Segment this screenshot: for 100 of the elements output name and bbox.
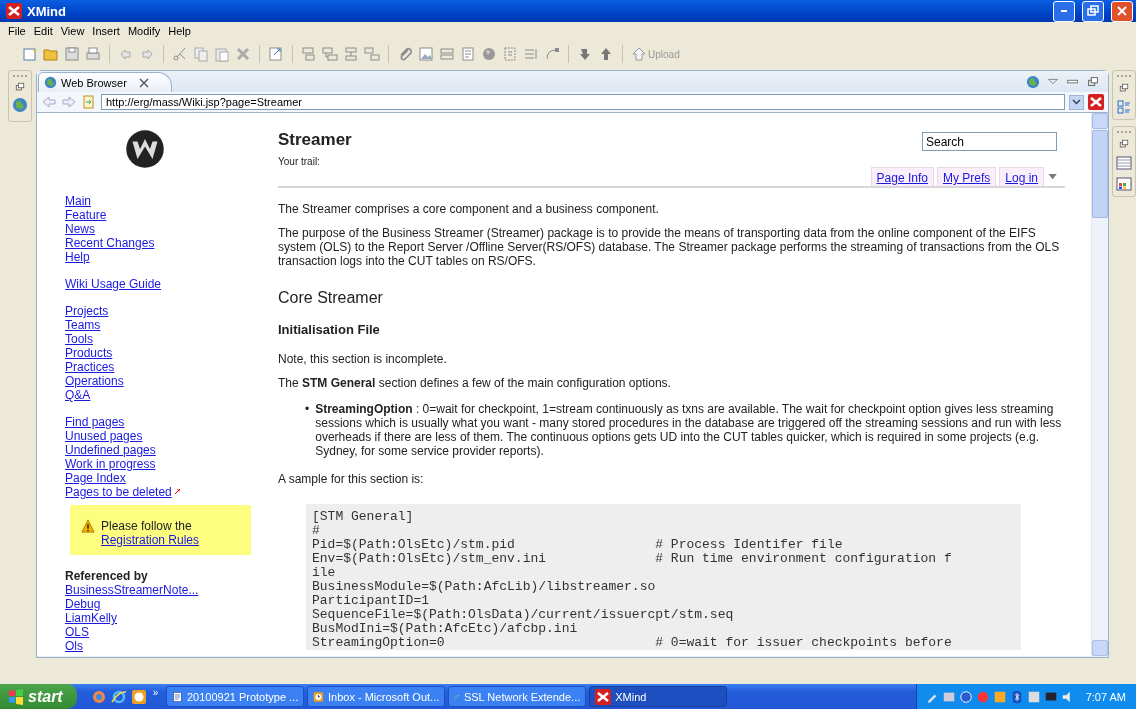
globe-icon[interactable]: [481, 46, 497, 62]
menu-item[interactable]: Modify: [123, 25, 165, 37]
page-icon: [81, 94, 97, 110]
taskbar-button[interactable]: Inbox - Microsoft Out...: [307, 686, 446, 707]
sidebar-link[interactable]: Page Index: [65, 471, 126, 485]
code-line: #: [312, 524, 321, 538]
note-icon[interactable]: [460, 46, 476, 62]
code-line: [STM General]: [312, 510, 415, 524]
menu-item[interactable]: View: [56, 25, 89, 37]
menu-item[interactable]: File: [4, 25, 30, 37]
restore-icon: [1118, 138, 1130, 150]
sidebar-link[interactable]: Wiki Usage Guide: [65, 277, 162, 291]
sidebar-link[interactable]: Work in progress: [65, 457, 156, 471]
taskbar-button[interactable]: 20100921 Prototype ...: [166, 686, 305, 707]
frame-icon[interactable]: [502, 46, 518, 62]
down-arrow-icon[interactable]: [577, 46, 593, 62]
code-line: Pid=$(Path:OlsEtc)/stm.pid # Process Identifer file: [312, 538, 844, 552]
code-line: SequenceFile=$(Path:OlsData)/current/issuercpt/stm.seq: [312, 608, 735, 622]
scrollbar[interactable]: [1091, 113, 1108, 656]
tray-icon: [958, 689, 973, 704]
code-line: StreamingOption=0 # 0=wait for issuer checkpoints before: [312, 636, 953, 650]
topic-icon[interactable]: [301, 46, 317, 62]
print-icon[interactable]: [85, 46, 101, 62]
globe-icon: [44, 76, 57, 89]
page-tab[interactable]: Log in: [999, 167, 1044, 186]
sidebar-link[interactable]: Practices: [65, 360, 115, 374]
url-field[interactable]: http://erg/mass/Wiki.jsp?page=Streamer: [101, 94, 1065, 110]
reference-link[interactable]: BusinessStreamerNote...: [65, 583, 199, 597]
menu-item[interactable]: Insert: [88, 25, 124, 37]
parent-topic-icon[interactable]: [343, 46, 359, 62]
restore-icon: [1118, 82, 1130, 94]
restore-icon: [1087, 5, 1099, 17]
list-icon[interactable]: [523, 46, 539, 62]
sidebar-link[interactable]: Unused pages: [65, 429, 143, 443]
maximize-icon: [1086, 74, 1100, 89]
close-button[interactable]: [1111, 0, 1133, 22]
sidebar-link[interactable]: Operations: [65, 374, 124, 388]
delete-icon[interactable]: [235, 46, 251, 62]
sidebar-link[interactable]: Main: [65, 194, 91, 208]
subtopic-icon[interactable]: [322, 46, 338, 62]
minimize-button[interactable]: [1053, 0, 1075, 22]
attachment-icon[interactable]: [397, 46, 413, 62]
relationship-icon[interactable]: [544, 46, 560, 62]
start-button[interactable]: start: [0, 684, 77, 709]
floating-topic-icon[interactable]: [364, 46, 380, 62]
editor-tab[interactable]: Web Browser: [38, 72, 172, 92]
reference-link[interactable]: LiamKelly: [65, 611, 118, 625]
reference-link[interactable]: Ols: [65, 639, 83, 653]
minimize-icon: [1061, 10, 1067, 12]
sidebar-link[interactable]: Tools: [65, 332, 93, 346]
search-field[interactable]: Search: [922, 132, 1057, 151]
menu-item[interactable]: Edit: [29, 25, 57, 37]
cut-icon[interactable]: [172, 46, 188, 62]
subsection-heading: Initialisation File: [278, 322, 381, 338]
sidebar-link[interactable]: Q&A: [65, 388, 91, 402]
page-tab[interactable]: My Prefs: [936, 167, 997, 186]
taskbar-button[interactable]: XMind: [589, 686, 728, 707]
sidebar-link[interactable]: Projects: [65, 304, 109, 318]
sidebar-link[interactable]: Recent Changes: [65, 236, 155, 250]
reference-link[interactable]: Debug: [65, 597, 101, 611]
tray-icon: [1026, 689, 1041, 704]
sidebar-link[interactable]: Pages to be deleted: [65, 485, 172, 499]
paste-icon[interactable]: [214, 46, 230, 62]
image-icon[interactable]: [418, 46, 434, 62]
restore-icon: [14, 81, 26, 93]
sidebar-link[interactable]: Find pages: [65, 415, 125, 429]
arrow-icon: [175, 489, 180, 494]
up-arrow-icon[interactable]: [598, 46, 614, 62]
sidebar-link[interactable]: Products: [65, 346, 113, 360]
logo-icon: [125, 129, 165, 169]
registration-link[interactable]: Registration Rules: [101, 533, 200, 547]
more-button[interactable]: »: [152, 687, 159, 698]
xmind-icon: [595, 688, 612, 705]
section-heading: Core Streamer: [278, 288, 384, 308]
app-icon: [6, 3, 22, 19]
paragraph: The Streamer comprises a core component and a business component.: [278, 202, 660, 216]
sidebar-link[interactable]: Feature: [65, 208, 107, 222]
sidebar-link[interactable]: News: [65, 222, 95, 236]
export-icon[interactable]: [268, 46, 284, 62]
folder-icon[interactable]: [43, 46, 59, 62]
reference-link[interactable]: OLS: [65, 625, 89, 639]
page-tab[interactable]: Page Info: [870, 167, 934, 186]
copy-icon[interactable]: [193, 46, 209, 62]
url-dropdown-button[interactable]: [1069, 94, 1084, 110]
menu-item[interactable]: Help: [164, 25, 195, 37]
restore-button[interactable]: [1082, 0, 1104, 22]
new-file-icon[interactable]: [22, 46, 38, 62]
code-line: ile: [312, 566, 337, 580]
save-icon[interactable]: [64, 46, 80, 62]
sidebar-link[interactable]: Help: [65, 250, 90, 264]
sidebar-link[interactable]: Teams: [65, 318, 101, 332]
sidebar-link[interactable]: Undefined pages: [65, 443, 156, 457]
tray-icon: [992, 689, 1007, 704]
outline-icon: [1116, 99, 1132, 115]
section-heading: Referenced by: [65, 569, 149, 583]
trail-label: Your trail:: [278, 155, 321, 169]
boundary-icon[interactable]: [439, 46, 455, 62]
taskbar-button[interactable]: SSL Network Extende...: [448, 686, 587, 707]
clock: 7:07 AM: [1085, 690, 1126, 703]
bullet-marker: •: [305, 402, 310, 418]
